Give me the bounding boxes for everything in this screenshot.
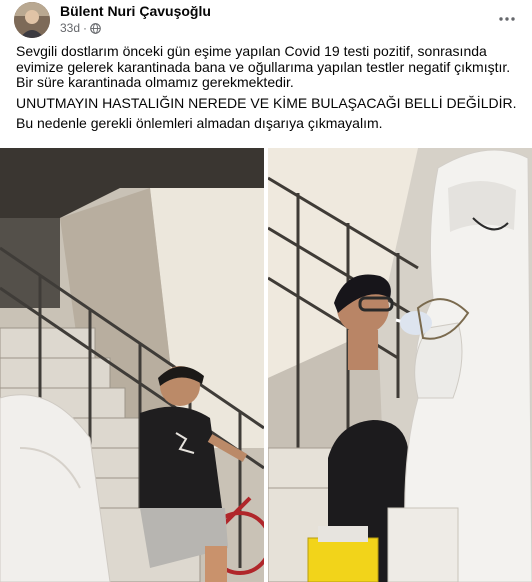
facebook-post: Bülent Nuri Çavuşoğlu 33d · Sevgili dost… — [0, 0, 532, 582]
more-options-icon[interactable] — [496, 8, 518, 30]
post-text: Sevgili dostlarım önceki gün eşime yapıl… — [16, 43, 521, 137]
post-header: Bülent Nuri Çavuşoğlu 33d · — [0, 0, 532, 40]
meta-separator: · — [83, 21, 88, 35]
photo-boy-on-stairs[interactable] — [0, 148, 264, 582]
photo-grid — [0, 148, 532, 582]
globe-icon[interactable] — [90, 22, 101, 34]
post-time[interactable]: 33d — [60, 21, 80, 35]
photo-covid-swab-test[interactable] — [268, 148, 532, 582]
post-meta: 33d · — [60, 21, 101, 35]
author-name[interactable]: Bülent Nuri Çavuşoğlu — [60, 3, 211, 19]
post-paragraph: Bu nedenle gerekli önlemleri almadan dış… — [16, 115, 383, 131]
post-paragraph: Sevgili dostlarım önceki gün eşime yapıl… — [16, 43, 511, 90]
post-paragraph: UNUTMAYIN HASTALIĞIN NEREDE VE KİME BULA… — [16, 94, 517, 111]
author-avatar[interactable] — [14, 2, 50, 38]
